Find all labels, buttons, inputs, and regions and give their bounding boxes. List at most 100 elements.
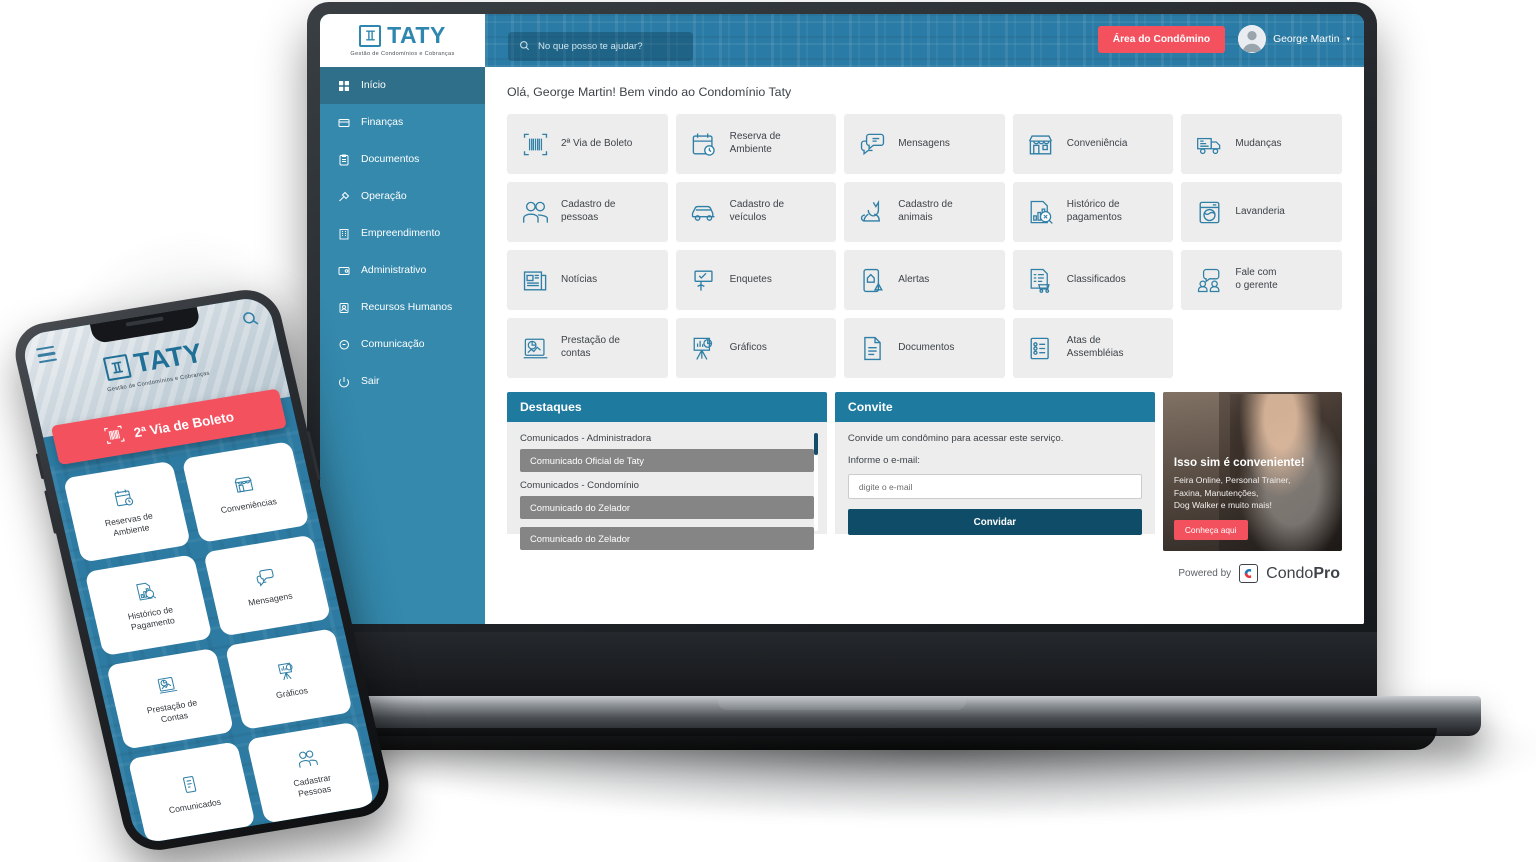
column-pillar-icon [359,24,382,47]
phone-tile-label: Reservas de Ambiente [103,510,154,538]
brand-logo[interactable]: TATY Gestão de Condomínios e Cobranças [320,14,485,67]
tile-fale-com-gerente[interactable]: Fale com o gerente [1181,250,1342,310]
tile-mensagens[interactable]: Mensagens [844,114,1005,174]
poll-signboard-icon [689,265,719,295]
highlights-panel: Destaques Comunicados - Administradora C… [507,392,827,583]
hamburger-menu-icon[interactable] [35,345,58,368]
tile-label: Atas de Assembléias [1066,335,1124,359]
tile-graficos[interactable]: Gráficos [675,318,837,378]
tile-historico-pagamentos[interactable]: Histórico de pagamentos [1012,182,1174,242]
finance-card-icon [337,116,350,129]
tile-prestacao-contas[interactable]: Prestação de contas [507,318,668,378]
phone-tile-mensagens[interactable]: Mensagens [203,534,332,637]
sidebar-item-recursos-humanos[interactable]: Recursos Humanos [320,289,485,326]
highlight-item[interactable]: Comunicado do Zelador [520,527,814,550]
announcement-icon [176,772,203,797]
tile-noticias[interactable]: Notícias [507,250,668,310]
contact-manager-icon [1194,265,1224,295]
sidebar-item-label: Sair [361,376,380,387]
ad-banner[interactable]: Isso sim é conveniente! Feira Online, Pe… [1162,392,1342,551]
phone-tile-reservas-ambiente[interactable]: Reservas de Ambiente [62,460,191,563]
tile-documentos[interactable]: Documentos [844,318,1005,378]
phone-tile-historico-pagamento[interactable]: Histórico de Pagamento [84,554,213,657]
search-input[interactable]: No que posso te ajudar? [508,32,693,61]
sidebar-item-label: Empreendimento [361,228,441,239]
tile-cadastro-animais[interactable]: Cadastro de animais [844,182,1005,242]
storefront-icon [230,471,257,496]
sidebar-item-documentos[interactable]: Documentos [320,141,485,178]
highlight-item[interactable]: Comunicado do Zelador [520,496,814,519]
phone-tile-label: Conveniências [219,495,278,515]
sidebar-item-financas[interactable]: Finanças [320,104,485,141]
tile-conveniencia[interactable]: Conveniência [1012,114,1174,174]
chat-bubbles-icon [252,565,279,590]
phone-tile-conveniencias[interactable]: Conveniências [181,441,310,543]
chevron-down-icon: ▾ [1346,36,1350,43]
powered-by-label: Powered by [1178,568,1232,579]
two-people-icon [294,747,321,772]
tile-atas-assembleias[interactable]: Atas de Assembléias [1012,318,1174,378]
tile-grid-empty-slot [1181,318,1342,378]
person-badge-icon [337,301,350,314]
tile-label: 2ª Via de Boleto [561,137,633,149]
phone-boleto-label: 2ª Via de Boleto [132,408,236,440]
search-placeholder: No que posso te ajudar? [538,41,643,52]
invite-panel: Convite Convide um condômino para acessa… [834,392,1155,583]
invite-email-input[interactable] [847,474,1142,499]
condopro-name-light: Condo [1266,564,1314,582]
sidebar-item-label: Comunicação [361,339,425,350]
highlights-scrollbar-thumb[interactable] [813,433,818,455]
phone-tile-cadastrar-pessoas[interactable]: Cadastrar Pessoas [246,721,375,824]
sidebar-item-label: Início [361,80,386,91]
tile-cadastro-veiculos[interactable]: Cadastro de veículos [675,182,837,242]
greeting-text: Olá, George Martin! Bem vindo ao Condomí… [507,85,792,99]
calendar-clock-icon [111,486,138,511]
tile-cadastro-pessoas[interactable]: Cadastro de pessoas [507,182,668,242]
power-logout-icon [337,375,350,388]
user-menu[interactable]: George Martin ▾ [1238,25,1350,53]
column-pillar-icon [102,353,132,381]
sidebar-item-administrativo[interactable]: Administrativo [320,252,485,289]
app-header: TATY Gestão de Condomínios e Cobranças N… [320,14,1364,67]
phone-tile-graficos[interactable]: Gráficos [224,628,353,730]
tile-label: Mudanças [1235,137,1282,149]
ad-subtitle-line: Dog Walker e muito mais! [1173,499,1272,510]
moving-truck-icon [1194,129,1224,159]
condopro-logo-icon [1239,564,1259,583]
barcode-icon [520,129,550,159]
building-icon [337,227,350,240]
tile-reserva-ambiente[interactable]: Reserva de Ambiente [675,114,837,174]
sidebar-item-operacao[interactable]: Operação [320,178,485,215]
phone-tile-comunicados[interactable]: Comunicados [127,741,256,844]
highlight-item[interactable]: Comunicado Oficial de Taty [520,449,814,472]
tile-label: Documentos [898,341,955,353]
grid-dashboard-icon [337,79,350,92]
ad-cta-button[interactable]: Conheça aqui [1173,520,1248,540]
tile-classificados[interactable]: Classificados [1012,250,1174,310]
sidebar-item-comunicacao[interactable]: Comunicação [320,326,485,363]
app-body: Início Finanças Documentos Operação Empr… [320,67,1364,624]
accounting-report-icon [520,333,550,363]
sidebar-item-empreendimento[interactable]: Empreendimento [320,215,485,252]
tile-label: Fale com o gerente [1235,267,1278,291]
tile-mudancas[interactable]: Mudanças [1181,114,1342,174]
tile-label: Reserva de Ambiente [729,131,781,155]
payment-history-icon [1026,197,1056,227]
sidebar-item-inicio[interactable]: Início [320,67,485,104]
tile-alertas[interactable]: Alertas [844,250,1005,310]
phone-tile-prestacao-contas[interactable]: Prestação de Contas [106,647,235,750]
laptop-mockup: TATY Gestão de Condomínios e Cobranças N… [203,2,1481,762]
invite-field-label: Informe o e-mail: [847,455,920,466]
invite-submit-button[interactable]: Convidar [847,509,1142,535]
search-icon[interactable] [240,309,262,333]
sidebar-item-label: Finanças [361,117,404,128]
admin-card-icon [337,264,350,277]
tile-segunda-via-boleto[interactable]: 2ª Via de Boleto [507,114,668,174]
condo-area-button[interactable]: Área do Condômino [1097,25,1226,53]
highlights-body: Comunicados - Administradora Comunicado … [507,422,827,550]
user-name: George Martin [1273,33,1340,45]
tile-enquetes[interactable]: Enquetes [675,250,837,310]
tile-lavanderia[interactable]: Lavanderia [1181,182,1342,242]
powered-by-footer: Powered by CondoPro [1163,564,1342,583]
sidebar-item-sair[interactable]: Sair [320,363,485,400]
